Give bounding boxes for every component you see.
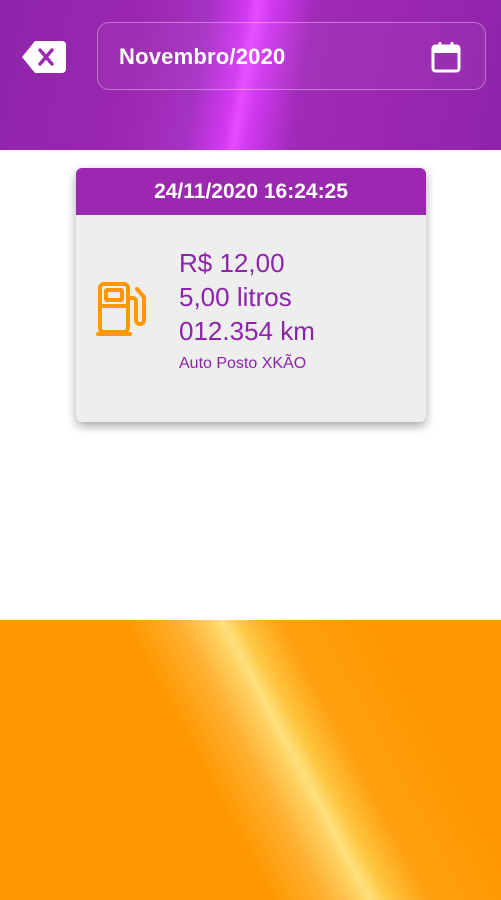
- record-odometer: 012.354 km: [179, 316, 315, 346]
- app-header: Novembro/2020: [0, 0, 501, 150]
- month-label: Novembro/2020: [119, 44, 286, 69]
- backspace-icon[interactable]: [20, 38, 68, 76]
- record-datetime: 24/11/2020 16:24:25: [76, 168, 426, 215]
- record-amount: R$ 12,00: [179, 248, 285, 278]
- record-station: Auto Posto XKÃO: [179, 355, 307, 372]
- fuel-pump-icon: [96, 280, 152, 338]
- bottom-banner: [0, 620, 501, 900]
- calendar-icon[interactable]: [431, 41, 461, 73]
- record-details: R$ 12,00 5,00 litros 012.354 km Auto Pos…: [179, 246, 315, 375]
- month-selector[interactable]: Novembro/2020: [97, 22, 486, 90]
- record-volume: 5,00 litros: [179, 282, 292, 312]
- fuel-record-card[interactable]: 24/11/2020 16:24:25 R$ 12,00 5,00 litros…: [76, 168, 426, 422]
